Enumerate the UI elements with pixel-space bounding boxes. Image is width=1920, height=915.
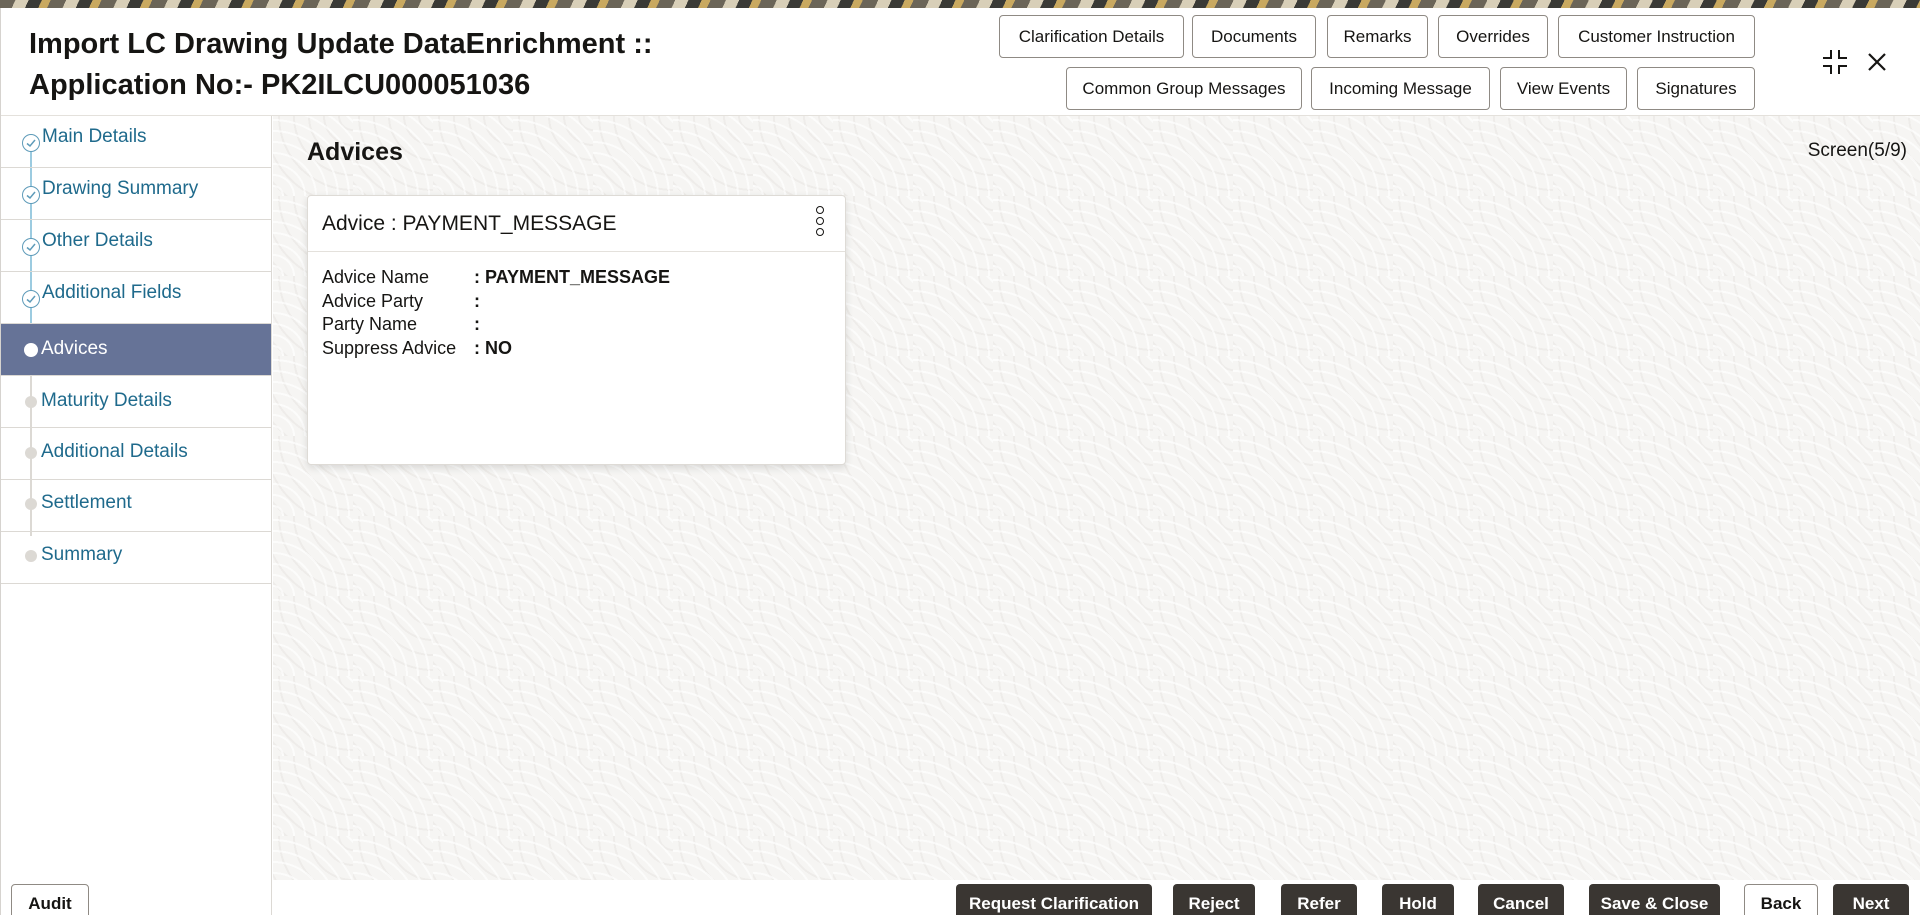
incoming-message-button[interactable]: Incoming Message xyxy=(1311,67,1490,110)
nav-settlement-label: Settlement xyxy=(41,492,132,513)
advice-card: Advice : PAYMENT_MESSAGE Advice Name : P… xyxy=(307,195,846,465)
nav-additional-details[interactable]: Additional Details xyxy=(1,428,271,480)
nav-additional-details-label: Additional Details xyxy=(41,441,188,462)
nav-summary-label: Summary xyxy=(41,544,123,565)
pending-step-dot xyxy=(25,447,37,459)
field-suppress-advice: Suppress Advice : NO xyxy=(322,338,822,360)
nav-advices[interactable]: Advices xyxy=(1,324,271,376)
field-value: : xyxy=(474,314,480,334)
check-circle-icon xyxy=(22,134,40,152)
field-value: : xyxy=(474,291,480,311)
nav-maturity-details[interactable]: Maturity Details xyxy=(1,376,271,428)
top-decorative-strip xyxy=(0,0,1920,8)
request-clarification-button[interactable]: Request Clarification xyxy=(956,884,1152,915)
section-title: Advices xyxy=(307,138,403,166)
field-label: Suppress Advice xyxy=(322,338,457,358)
nav-main-details[interactable]: Main Details xyxy=(1,116,271,168)
nav-settlement[interactable]: Settlement xyxy=(1,480,271,532)
hold-button[interactable]: Hold xyxy=(1382,884,1454,915)
check-circle-icon xyxy=(22,186,40,204)
field-party-name: Party Name : xyxy=(322,314,822,336)
nav-maturity-details-label: Maturity Details xyxy=(41,390,172,411)
customer-instruction-button[interactable]: Customer Instruction xyxy=(1558,15,1755,58)
page-header: Import LC Drawing Update DataEnrichment … xyxy=(1,8,1920,116)
field-label: Party Name xyxy=(322,314,418,334)
audit-button[interactable]: Audit xyxy=(11,884,89,915)
step-navigation: Main Details Drawing Summary Other Detai… xyxy=(1,116,272,915)
nav-main-details-label: Main Details xyxy=(42,126,147,147)
action-footer: Request Clarification Reject Refer Hold … xyxy=(273,876,1920,915)
field-label: Advice Party xyxy=(322,291,424,311)
field-value: : NO xyxy=(474,338,512,358)
common-group-messages-button[interactable]: Common Group Messages xyxy=(1066,67,1302,110)
field-advice-party: Advice Party : xyxy=(322,291,822,313)
field-advice-name: Advice Name : PAYMENT_MESSAGE xyxy=(322,267,822,289)
field-value: : PAYMENT_MESSAGE xyxy=(474,267,671,287)
remarks-button[interactable]: Remarks xyxy=(1327,15,1428,58)
documents-button[interactable]: Documents xyxy=(1192,15,1316,58)
pending-step-dot xyxy=(25,396,37,408)
page-title-line1: Import LC Drawing Update DataEnrichment … xyxy=(29,28,653,60)
nav-drawing-summary[interactable]: Drawing Summary xyxy=(1,168,271,220)
view-events-button[interactable]: View Events xyxy=(1500,67,1627,110)
nav-summary[interactable]: Summary xyxy=(1,532,271,584)
more-options-icon[interactable] xyxy=(813,206,827,240)
field-label: Advice Name xyxy=(322,267,430,287)
cancel-button[interactable]: Cancel xyxy=(1478,884,1564,915)
page-title: Import LC Drawing Update DataEnrichment … xyxy=(29,24,653,106)
reject-button[interactable]: Reject xyxy=(1173,884,1255,915)
advice-card-title: Advice : PAYMENT_MESSAGE xyxy=(322,212,617,235)
refer-button[interactable]: Refer xyxy=(1281,884,1357,915)
save-close-button[interactable]: Save & Close xyxy=(1589,884,1720,915)
back-button[interactable]: Back xyxy=(1744,884,1818,915)
screen-indicator: Screen(5/9) xyxy=(1807,140,1907,161)
check-circle-icon xyxy=(22,290,40,308)
app-window: Import LC Drawing Update DataEnrichment … xyxy=(0,8,1920,915)
advice-card-header: Advice : PAYMENT_MESSAGE xyxy=(308,196,845,252)
next-button[interactable]: Next xyxy=(1833,884,1909,915)
current-step-dot xyxy=(24,343,38,357)
pending-step-dot xyxy=(25,550,37,562)
overrides-button[interactable]: Overrides xyxy=(1438,15,1548,58)
main-content: Advices Screen(5/9) Advice : PAYMENT_MES… xyxy=(273,116,1920,880)
nav-drawing-summary-label: Drawing Summary xyxy=(42,178,199,199)
nav-additional-fields[interactable]: Additional Fields xyxy=(1,272,271,324)
collapse-icon[interactable] xyxy=(1821,48,1849,76)
check-circle-icon xyxy=(22,238,40,256)
page-title-line2: Application No:- PK2ILCU000051036 xyxy=(29,69,531,101)
clarification-details-button[interactable]: Clarification Details xyxy=(999,15,1184,58)
nav-other-details-label: Other Details xyxy=(42,230,153,251)
pending-step-dot xyxy=(25,498,37,510)
nav-advices-label: Advices xyxy=(41,338,108,359)
close-icon[interactable] xyxy=(1867,52,1887,72)
nav-additional-fields-label: Additional Fields xyxy=(42,282,182,303)
signatures-button[interactable]: Signatures xyxy=(1637,67,1755,110)
nav-other-details[interactable]: Other Details xyxy=(1,220,271,272)
